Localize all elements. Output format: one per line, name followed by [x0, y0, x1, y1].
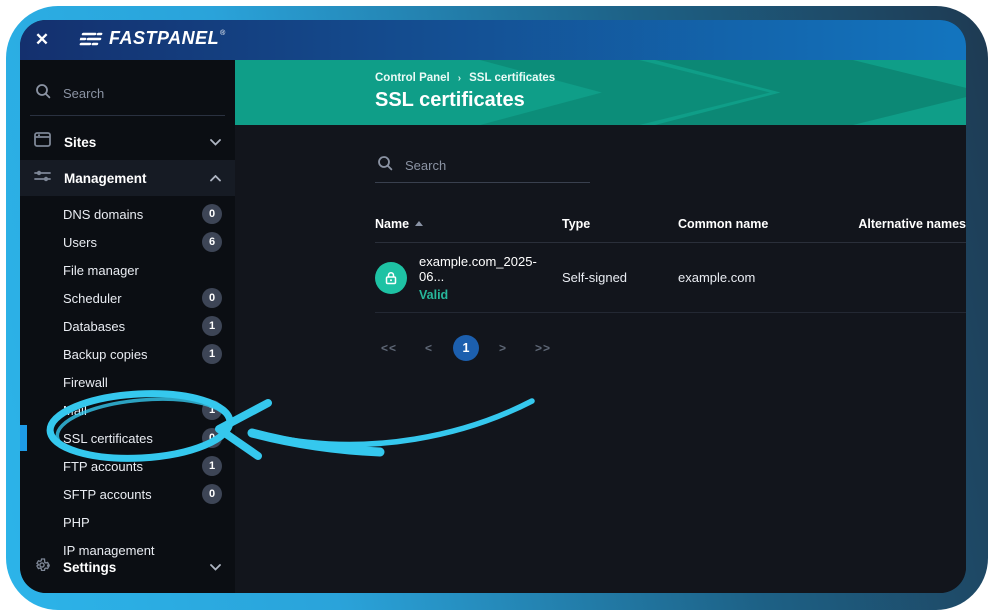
top-bar: ✕ FASTPANEL ®: [20, 20, 966, 60]
page-title: SSL certificates: [375, 89, 966, 112]
chevron-down-icon: [210, 558, 221, 576]
chevron-up-icon: [210, 169, 221, 187]
sidebar-item-ftp-accounts[interactable]: FTP accounts 1: [20, 452, 235, 480]
certificate-cell: example.com_2025-06... Valid: [375, 254, 562, 302]
search-icon: [35, 83, 51, 104]
sidebar-item-label: SFTP accounts: [63, 487, 202, 502]
active-item-indicator: [20, 425, 27, 451]
sidebar: Sites Management DNS domains 0: [20, 60, 235, 593]
gear-icon: [34, 557, 50, 578]
certificate-type: Self-signed: [562, 270, 678, 285]
sidebar-item-firewall[interactable]: Firewall: [20, 368, 235, 396]
page-header-band: Control Panel › SSL certificates SSL cer…: [235, 60, 966, 125]
count-badge: 0: [202, 288, 222, 308]
sidebar-search[interactable]: [30, 72, 225, 116]
certificates-table: Name Type Common name Alternative names: [375, 205, 966, 313]
sidebar-item-databases[interactable]: Databases 1: [20, 312, 235, 340]
sidebar-item-label: FTP accounts: [63, 459, 202, 474]
column-header-name[interactable]: Name: [375, 217, 562, 231]
breadcrumb-separator: ›: [458, 73, 461, 84]
column-header-alternative-names[interactable]: Alternative names: [838, 217, 966, 231]
registered-trademark: ®: [220, 30, 225, 37]
certificate-common-name: example.com: [678, 270, 838, 285]
sidebar-item-label: Mail: [63, 403, 202, 418]
sidebar-item-label: PHP: [63, 515, 222, 530]
count-badge: 1: [202, 456, 222, 476]
sidebar-item-backup-copies[interactable]: Backup copies 1: [20, 340, 235, 368]
fastpanel-app-window: ✕ FASTPANEL ®: [20, 20, 966, 593]
content-area: Name Type Common name Alternative names: [235, 125, 966, 361]
speed-lines-icon: [80, 31, 102, 52]
search-icon: [377, 155, 393, 176]
column-label: Name: [375, 217, 409, 231]
pagination-prev-button[interactable]: <: [411, 341, 447, 355]
sidebar-item-mail[interactable]: Mail 1: [20, 396, 235, 424]
certificate-status-valid: Valid: [419, 288, 562, 302]
count-badge: 1: [202, 400, 222, 420]
sidebar-item-ssl-certificates[interactable]: SSL certificates 0: [20, 424, 235, 452]
table-search[interactable]: [375, 149, 590, 183]
sidebar-search-input[interactable]: [63, 86, 203, 101]
chevron-down-icon: [210, 133, 221, 151]
count-badge: 0: [202, 204, 222, 224]
count-badge: 0: [202, 428, 222, 448]
sites-icon: [34, 132, 51, 152]
close-icon[interactable]: ✕: [32, 30, 52, 50]
count-badge: 1: [202, 344, 222, 364]
lock-icon: [375, 262, 407, 294]
pagination-last-button[interactable]: >>: [521, 341, 565, 355]
count-badge: 1: [202, 316, 222, 336]
count-badge: 0: [202, 484, 222, 504]
sidebar-section-label: Sites: [64, 135, 210, 150]
sidebar-section-settings[interactable]: Settings: [20, 549, 235, 585]
table-row[interactable]: example.com_2025-06... Valid Self-signed…: [375, 243, 966, 313]
column-header-common-name[interactable]: Common name: [678, 217, 838, 231]
sidebar-item-label: Databases: [63, 319, 202, 334]
breadcrumb-link-control-panel[interactable]: Control Panel: [375, 72, 450, 84]
table-header-row: Name Type Common name Alternative names: [375, 205, 966, 243]
sidebar-section-label: Settings: [63, 560, 210, 575]
column-header-type[interactable]: Type: [562, 217, 678, 231]
sidebar-item-sftp-accounts[interactable]: SFTP accounts 0: [20, 480, 235, 508]
breadcrumb: Control Panel › SSL certificates: [375, 72, 966, 84]
fastpanel-logo[interactable]: FASTPANEL ®: [80, 28, 225, 52]
pagination-next-button[interactable]: >: [485, 341, 521, 355]
sidebar-item-scheduler[interactable]: Scheduler 0: [20, 284, 235, 312]
management-item-list: DNS domains 0 Users 6 File manager Sched…: [20, 196, 235, 564]
sidebar-item-file-manager[interactable]: File manager: [20, 256, 235, 284]
certificate-name[interactable]: example.com_2025-06...: [419, 254, 562, 284]
sidebar-item-label: File manager: [63, 263, 222, 278]
pagination: << < 1 > >>: [375, 335, 966, 361]
pagination-first-button[interactable]: <<: [375, 341, 411, 355]
sidebar-item-php[interactable]: PHP: [20, 508, 235, 536]
sidebar-section-management[interactable]: Management: [20, 160, 235, 196]
logo-text: FASTPANEL: [109, 28, 219, 49]
sliders-icon: [34, 169, 51, 188]
sidebar-item-label: Scheduler: [63, 291, 202, 306]
pagination-current-page[interactable]: 1: [453, 335, 479, 361]
sidebar-item-label: Firewall: [63, 375, 222, 390]
count-badge: 6: [202, 232, 222, 252]
sidebar-item-dns-domains[interactable]: DNS domains 0: [20, 200, 235, 228]
sidebar-item-label: SSL certificates: [63, 431, 202, 446]
breadcrumb-current: SSL certificates: [469, 72, 555, 84]
sidebar-item-label: Users: [63, 235, 202, 250]
screenshot-stage: ✕ FASTPANEL ®: [0, 0, 990, 614]
sidebar-section-label: Management: [64, 171, 210, 186]
sort-ascending-icon: [415, 221, 423, 226]
sidebar-item-label: DNS domains: [63, 207, 202, 222]
sidebar-section-sites[interactable]: Sites: [20, 124, 235, 160]
main-panel: Control Panel › SSL certificates SSL cer…: [235, 60, 966, 593]
sidebar-item-users[interactable]: Users 6: [20, 228, 235, 256]
sidebar-item-label: Backup copies: [63, 347, 202, 362]
table-search-input[interactable]: [405, 158, 575, 173]
